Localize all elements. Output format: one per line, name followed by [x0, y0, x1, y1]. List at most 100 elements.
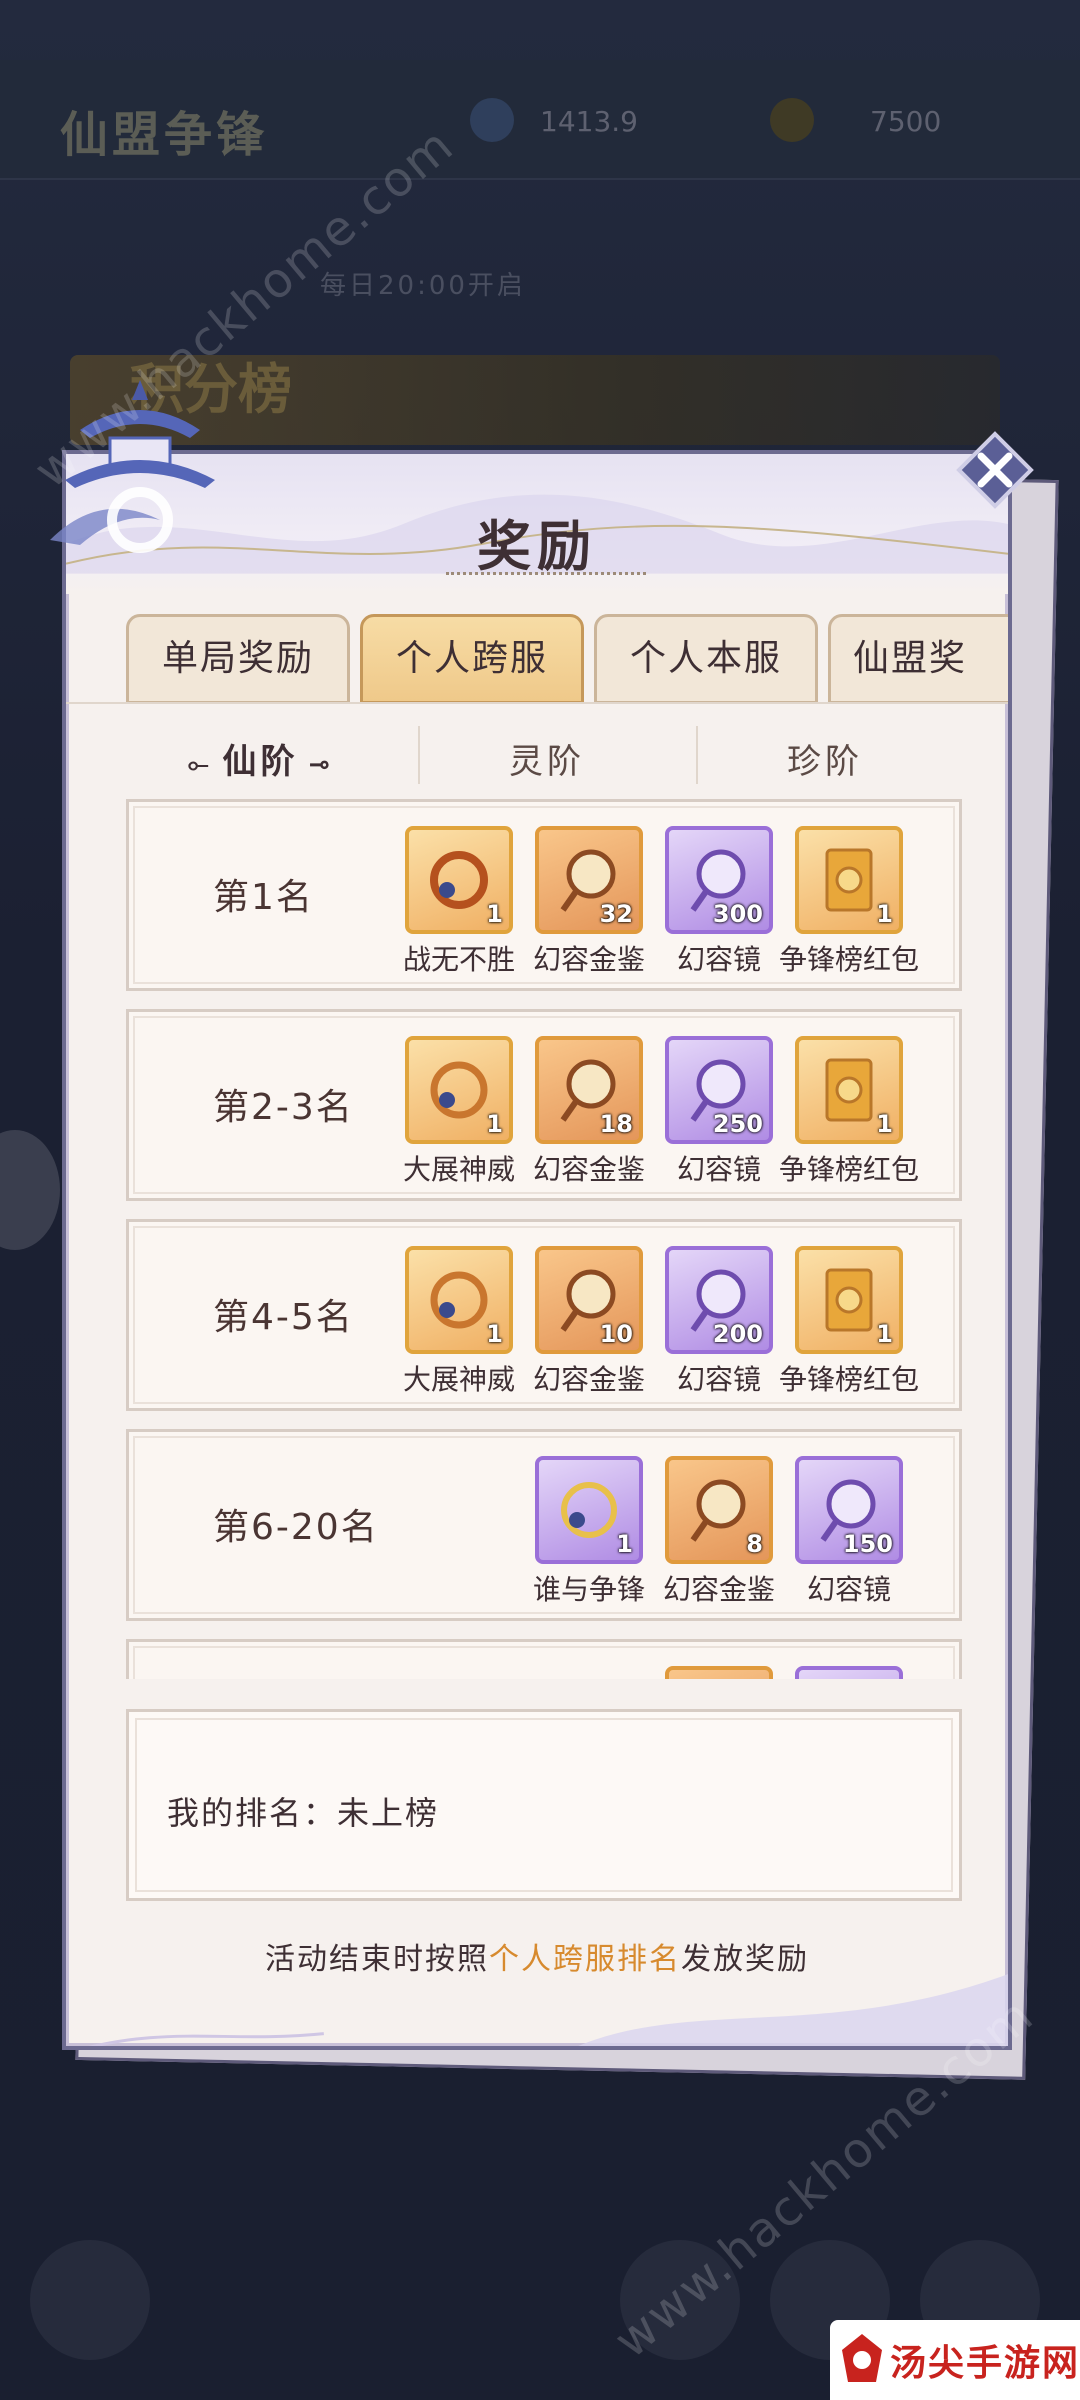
item-qty: 250	[712, 1110, 763, 1138]
item-qty: 200	[712, 1320, 763, 1348]
mirror-icon: 32	[535, 826, 643, 934]
background-title: 仙盟争锋	[60, 107, 269, 163]
mirror-icon: 18	[535, 1036, 643, 1144]
tab-personal-cross-server[interactable]: 个人跨服	[360, 614, 584, 704]
tier-tab-xian[interactable]: ⟜ 仙阶 ⊸	[126, 734, 396, 783]
item-qty: 1	[876, 900, 893, 928]
reward-item[interactable]: 1 大展神威	[399, 1246, 519, 1396]
mirror-icon	[665, 1666, 773, 1679]
reward-item[interactable]: 18 幻容金鉴	[529, 1036, 649, 1186]
item-name: 幻容镜	[676, 1153, 761, 1186]
reward-item[interactable]: 1 谁与争锋	[529, 1456, 649, 1606]
gem-icon	[470, 98, 514, 142]
ring-icon: 1	[405, 1036, 513, 1144]
item-name: 争锋榜红包	[779, 1363, 919, 1396]
rank-row: 第2-3名 1 大展神威 18 幻容金鉴 250 幻容镜 1 争锋榜红包	[126, 1009, 962, 1201]
red-envelope-icon: 1	[795, 826, 903, 934]
reward-item[interactable]	[659, 1666, 779, 1679]
item-qty: 10	[599, 1320, 633, 1348]
footer-highlight: 个人跨服排名	[489, 1942, 681, 1977]
reward-item[interactable]: 32 幻容金鉴	[529, 826, 649, 976]
item-name: 幻容金鉴	[532, 1363, 645, 1396]
reward-item[interactable]: 1 争锋榜红包	[779, 1246, 919, 1396]
reward-item[interactable]: 1 大展神威	[399, 1036, 519, 1186]
item-name: 争锋榜红包	[779, 1153, 919, 1186]
item-name: 谁与争锋	[532, 1573, 645, 1606]
rank-label: 第1名	[213, 877, 314, 918]
item-qty: 8	[746, 1530, 763, 1558]
reward-item[interactable]: 300 幻容镜	[659, 826, 779, 976]
item-qty: 150	[842, 1530, 893, 1558]
close-icon[interactable]	[955, 430, 1035, 510]
rank-label: 第2-3名	[213, 1087, 354, 1128]
background-subnav: 每日20:00开启	[320, 271, 526, 301]
logo-text: 汤尖手游网	[890, 2343, 1080, 2384]
mirror-icon: 150	[795, 1456, 903, 1564]
rank-row: 第6-20名 1 谁与争锋 8 幻容金鉴 150 幻容镜	[126, 1429, 962, 1621]
tab-single-round[interactable]: 单局奖励	[126, 614, 350, 704]
my-rank-label: 我的排名：未上榜	[167, 1794, 440, 1832]
item-qty: 1	[876, 1320, 893, 1348]
item-qty: 1	[486, 900, 503, 928]
item-name: 争锋榜红包	[779, 943, 919, 976]
logo-mark-icon	[842, 2334, 882, 2382]
tier-label: 仙阶	[222, 742, 299, 782]
item-qty: 18	[599, 1110, 633, 1138]
background-resource-2: 7500	[870, 105, 942, 138]
item-name: 战无不胜	[402, 943, 515, 976]
item-name: 幻容镜	[676, 943, 761, 976]
background-back-button	[30, 2240, 150, 2360]
reward-item[interactable]: 200 幻容镜	[659, 1246, 779, 1396]
reward-item[interactable]: 1 战无不胜	[399, 826, 519, 976]
item-qty: 1	[486, 1320, 503, 1348]
reward-item[interactable]: 150 幻容镜	[789, 1456, 909, 1606]
item-qty: 1	[486, 1110, 503, 1138]
rank-label: 第4-5名	[213, 1297, 354, 1338]
red-envelope-icon: 1	[795, 1036, 903, 1144]
item-name: 幻容金鉴	[662, 1573, 775, 1606]
tab-personal-local-server[interactable]: 个人本服	[594, 614, 818, 704]
reward-item[interactable]: 10 幻容金鉴	[529, 1246, 649, 1396]
background-resource-1: 1413.9	[540, 105, 638, 138]
red-envelope-icon: 1	[795, 1246, 903, 1354]
rank-row: 第1名 1 战无不胜 32 幻容金鉴 300 幻容镜 1 争锋榜红包	[126, 799, 962, 991]
swirl-right-icon: ⊸	[308, 750, 335, 780]
site-logo: 汤尖手游网	[830, 2320, 1080, 2400]
tier-tabs: ⟜ 仙阶 ⊸ 灵阶 珍阶	[126, 704, 966, 804]
item-name: 大展神威	[402, 1363, 515, 1396]
tier-tab-zhen[interactable]: 珍阶	[690, 734, 960, 783]
item-name: 幻容镜	[676, 1363, 761, 1396]
reward-tabs: 单局奖励 个人跨服 个人本服 仙盟奖	[126, 614, 1008, 704]
item-name: 幻容镜	[806, 1573, 891, 1606]
swirl-left-icon: ⟜	[187, 750, 213, 780]
footer-text-before: 活动结束时按照	[265, 1942, 489, 1977]
mirror-icon	[795, 1666, 903, 1679]
footer-note: 活动结束时按照个人跨服排名发放奖励	[66, 1934, 1008, 1978]
reward-item[interactable]: 250 幻容镜	[659, 1036, 779, 1186]
item-qty: 32	[599, 900, 633, 928]
reward-item[interactable]: 8 幻容金鉴	[659, 1456, 779, 1606]
rank-label: 第6-20名	[213, 1507, 379, 1548]
ring-icon: 1	[535, 1456, 643, 1564]
footer-text-after: 发放奖励	[681, 1942, 809, 1977]
reward-modal: 奖励 单局奖励 个人跨服 个人本服 仙盟奖 ⟜ 仙阶 ⊸ 灵阶 珍阶 第1名 1 战…	[62, 450, 1012, 2050]
mirror-icon: 300	[665, 826, 773, 934]
ring-icon: 1	[405, 1246, 513, 1354]
tab-guild[interactable]: 仙盟奖	[828, 614, 1008, 704]
lightning-icon	[770, 98, 814, 142]
reward-item[interactable]: 1 争锋榜红包	[779, 1036, 919, 1186]
reward-item[interactable]: 1 争锋榜红包	[779, 826, 919, 976]
item-qty: 1	[876, 1110, 893, 1138]
item-qty: 300	[712, 900, 763, 928]
item-qty: 1	[616, 1530, 633, 1558]
mirror-icon: 200	[665, 1246, 773, 1354]
mirror-icon: 250	[665, 1036, 773, 1144]
my-rank-panel: 我的排名：未上榜	[126, 1709, 962, 1901]
rank-row-partial	[126, 1639, 962, 1679]
tier-tab-ling[interactable]: 灵阶	[412, 734, 682, 783]
title-divider	[446, 572, 646, 576]
reward-item[interactable]	[789, 1666, 909, 1679]
mirror-icon: 8	[665, 1456, 773, 1564]
item-name: 幻容金鉴	[532, 1153, 645, 1186]
rank-reward-list[interactable]: 第1名 1 战无不胜 32 幻容金鉴 300 幻容镜 1 争锋榜红包 第2-3名…	[126, 799, 966, 1679]
